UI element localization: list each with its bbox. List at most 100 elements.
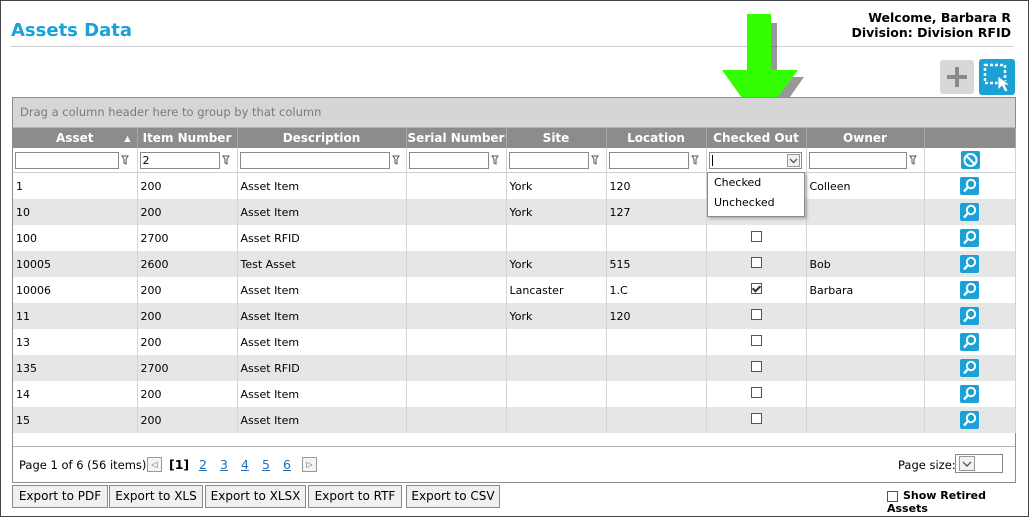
table-row[interactable]: 10006 200 Asset Item Lancaster 1.C Barbara — [13, 277, 1016, 303]
page-link-6[interactable]: 6 — [283, 457, 291, 472]
cell-checked-out — [706, 277, 807, 303]
cell-actions — [924, 303, 1016, 329]
checked-out-checkbox — [750, 283, 762, 294]
column-header-checked-out[interactable]: Checked Out — [706, 128, 807, 148]
column-header-serial-number[interactable]: Serial Number — [406, 128, 507, 148]
cell-desc: Asset Item — [237, 407, 407, 433]
dropdown-option-unchecked[interactable]: Unchecked — [708, 193, 804, 213]
group-panel[interactable]: Drag a column header here to group by th… — [13, 98, 1015, 128]
view-details-button[interactable] — [960, 203, 979, 221]
cell-serial — [406, 277, 507, 303]
export-rtf-button[interactable]: Export to RTF — [308, 485, 402, 508]
export-xlsx-button[interactable]: Export to XLSX — [205, 485, 306, 508]
table-row[interactable]: 14 200 Asset Item — [13, 381, 1016, 407]
filter-icon[interactable] — [690, 155, 699, 165]
cell-owner: Bob — [806, 251, 925, 277]
view-details-button[interactable] — [960, 411, 979, 429]
cell-asset: 14 — [13, 381, 138, 407]
checked-out-checkbox — [750, 413, 762, 424]
table-row[interactable]: 15 200 Asset Item — [13, 407, 1016, 433]
table-row[interactable]: 10005 2600 Test Asset York 515 Bob — [13, 251, 1016, 277]
division-text: Division: Division RFID — [851, 25, 1011, 40]
cell-asset: 15 — [13, 407, 138, 433]
cell-loc — [606, 407, 707, 433]
view-details-button[interactable] — [960, 359, 979, 377]
view-details-button[interactable] — [960, 385, 979, 403]
filter-row: 2 — [13, 148, 1016, 173]
column-header-location[interactable]: Location — [606, 128, 707, 148]
checked-out-checkbox — [750, 231, 762, 242]
cell-loc: 120 — [606, 172, 707, 199]
asset-filter-input[interactable] — [15, 151, 119, 169]
table-row[interactable]: 11 200 Asset Item York 120 — [13, 303, 1016, 329]
view-details-button[interactable] — [960, 255, 979, 273]
cell-serial — [406, 172, 507, 199]
page-link-2[interactable]: 2 — [199, 457, 207, 472]
view-details-button[interactable] — [960, 281, 979, 299]
item-number-filter-input[interactable]: 2 — [139, 151, 220, 169]
filter-icon[interactable] — [590, 155, 599, 165]
add-asset-button[interactable] — [940, 60, 974, 94]
column-header-asset[interactable]: Asset ▲ — [13, 128, 138, 148]
cell-owner — [806, 225, 925, 251]
view-details-button[interactable] — [960, 229, 979, 247]
cell-desc: Asset Item — [237, 199, 407, 225]
show-retired-toggle[interactable]: Show Retired Assets — [887, 489, 1029, 515]
cell-desc: Asset Item — [237, 303, 407, 329]
table-row[interactable]: 10 200 Asset Item York 127 — [13, 199, 1016, 225]
filter-icon[interactable] — [391, 155, 400, 165]
page-size-select[interactable]: 10 — [955, 454, 1003, 473]
column-header-site[interactable]: Site — [506, 128, 607, 148]
checked-out-filter-select[interactable] — [708, 151, 802, 169]
column-header-description[interactable]: Description — [237, 128, 407, 148]
page-link-5[interactable]: 5 — [262, 457, 270, 472]
clear-filter-icon — [963, 153, 978, 167]
table-row[interactable]: 100 2700 Asset RFID — [13, 225, 1016, 251]
export-csv-button[interactable]: Export to CSV — [406, 485, 500, 508]
magnifier-icon — [963, 178, 977, 193]
user-info: Welcome, Barbara R Division: Division RF… — [851, 10, 1011, 40]
chevron-down-icon[interactable] — [959, 456, 975, 471]
site-filter-input[interactable] — [508, 151, 589, 169]
view-details-button[interactable] — [960, 333, 979, 351]
checked-out-checkbox — [750, 257, 762, 268]
cell-item: 200 — [137, 329, 238, 355]
show-retired-checkbox[interactable] — [887, 490, 898, 502]
dropdown-option-checked[interactable]: Checked — [708, 173, 804, 193]
cell-item: 2600 — [137, 251, 238, 277]
cell-actions — [924, 225, 1016, 251]
cell-owner: Barbara — [806, 277, 925, 303]
cell-loc: 1.C — [606, 277, 707, 303]
next-page-button[interactable]: ▷ — [302, 457, 317, 472]
filter-icon[interactable] — [121, 155, 129, 165]
serial-number-filter-input[interactable] — [408, 151, 489, 169]
table-row[interactable]: 135 2700 Asset RFID — [13, 355, 1016, 381]
export-pdf-button[interactable]: Export to PDF — [12, 485, 108, 508]
page-link-4[interactable]: 4 — [241, 457, 249, 472]
filter-icon[interactable] — [490, 155, 499, 165]
cell-site: York — [506, 172, 607, 199]
magnifier-icon — [963, 282, 977, 297]
column-header-item-number[interactable]: Item Number — [137, 128, 238, 148]
description-filter-input[interactable] — [239, 151, 390, 169]
owner-filter-input[interactable] — [808, 151, 907, 169]
select-region-button[interactable] — [979, 59, 1015, 95]
location-filter-input[interactable] — [608, 151, 689, 169]
export-xls-button[interactable]: Export to XLS — [109, 485, 203, 508]
cell-desc: Test Asset — [237, 251, 407, 277]
view-details-button[interactable] — [960, 307, 979, 325]
prev-page-button[interactable]: ◁ — [147, 457, 162, 472]
column-header-owner[interactable]: Owner — [806, 128, 925, 148]
chevron-down-icon[interactable] — [786, 153, 800, 167]
filter-icon[interactable] — [221, 155, 230, 165]
cell-loc: 120 — [606, 303, 707, 329]
cell-actions — [924, 277, 1016, 303]
table-row[interactable]: 1 200 Asset Item York 120 Colleen — [13, 172, 1016, 199]
filter-icon[interactable] — [908, 155, 917, 165]
cell-serial — [406, 381, 507, 407]
page-link-3[interactable]: 3 — [220, 457, 228, 472]
cell-serial — [406, 199, 507, 225]
clear-filter-button[interactable] — [961, 151, 980, 169]
table-row[interactable]: 13 200 Asset Item — [13, 329, 1016, 355]
view-details-button[interactable] — [960, 177, 979, 195]
